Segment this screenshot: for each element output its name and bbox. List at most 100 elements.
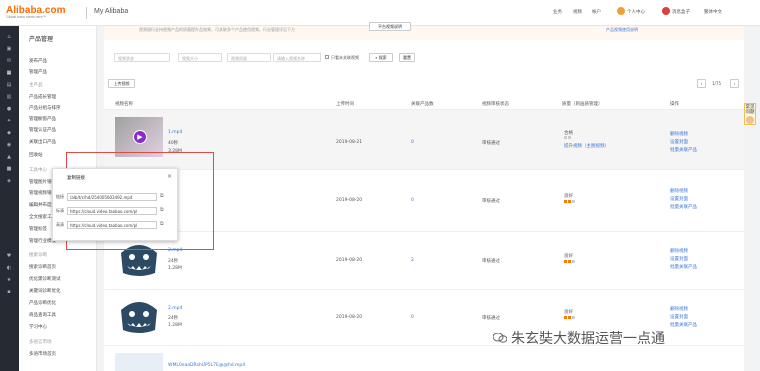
menu-item[interactable]: 多语市场首页 xyxy=(29,351,56,357)
video-filename[interactable]: 1.mp4 xyxy=(168,130,182,135)
store-icon[interactable]: ▣ xyxy=(6,47,12,52)
menu-item[interactable]: 产品诊断优化 xyxy=(29,300,56,306)
finance-icon[interactable]: ■ xyxy=(6,167,12,172)
link-products-link[interactable]: 批量关联产品 xyxy=(670,147,697,153)
play-icon[interactable]: ▶ xyxy=(133,130,147,144)
sd-url-field[interactable]: https://cloud.video.taobao.com/pl xyxy=(67,207,157,215)
message-box-link[interactable]: 消息盒子 xyxy=(672,9,690,15)
copy-link-dialog: 复制链接 × 链接 /alb/t/c/hd/254005603492.mp4 ⧉… xyxy=(52,168,178,241)
reset-button[interactable]: 重置 xyxy=(399,53,415,62)
prev-page-button[interactable]: ‹ xyxy=(697,79,706,88)
page-title[interactable]: My Alibaba xyxy=(94,8,128,15)
linked-count[interactable]: 0 xyxy=(411,198,414,203)
menu-group-search: 搜索诊断 xyxy=(29,253,47,258)
video-name-input[interactable]: 请输入视频名称 xyxy=(273,53,321,62)
menu-item[interactable]: 产品分组与排序 xyxy=(29,105,61,111)
menu-item[interactable]: 关键词诊断优化 xyxy=(29,288,61,294)
bag-icon[interactable]: ◐ xyxy=(6,266,12,271)
search-button[interactable]: ⌕ 搜索 xyxy=(369,53,393,62)
order-icon[interactable]: ▤ xyxy=(6,83,12,88)
user-icon[interactable]: ● xyxy=(6,107,12,112)
mail-icon[interactable]: ✉ xyxy=(6,59,12,64)
link-products-link[interactable]: 批量关联产品 xyxy=(670,204,697,210)
home-icon[interactable]: ⌂ xyxy=(6,35,12,40)
quality-select[interactable]: 视频质量 xyxy=(227,53,271,62)
video-thumbnail[interactable] xyxy=(115,353,163,371)
menu-item-publish[interactable]: 发布产品 xyxy=(29,58,47,64)
unlinked-checkbox[interactable] xyxy=(325,55,329,59)
banner-text: 视频银行支持视频产品的质量提升品效果，可关联多个产品使用视频。行业管理详见下方 xyxy=(139,27,295,32)
size-select[interactable]: 视频大小 xyxy=(178,53,222,62)
video-thumbnail[interactable]: ▶ xyxy=(115,117,163,157)
video-duration: 40秒 xyxy=(168,141,179,146)
watermark-text: 朱玄奘大数据运营一点通 xyxy=(511,331,665,347)
menu-item[interactable]: 关联出口产品 xyxy=(29,139,56,145)
menu-item[interactable]: 管理标签 xyxy=(29,226,47,232)
link-label: 链接 xyxy=(56,194,64,199)
close-icon[interactable]: × xyxy=(167,173,172,180)
delete-video-link[interactable]: 删除视频 xyxy=(670,248,688,254)
delete-video-link[interactable]: 删除视频 xyxy=(670,306,688,312)
col-actions: 操作 xyxy=(670,102,679,107)
tool-icon[interactable]: ◈ xyxy=(6,179,12,184)
shield-icon[interactable]: ◆ xyxy=(6,131,12,136)
upload-video-button[interactable]: 上传视频 xyxy=(108,79,135,88)
menu-item[interactable]: 产品成长管理 xyxy=(29,94,56,100)
copy-icon[interactable]: ⧉ xyxy=(160,193,164,199)
icon-sidebar: ⌂ ▣ ✉ ▦ ▤ ▥ ● ✦ ◆ ◉ ▲ ■ ◈ ♥ ◐ ★ ▪ xyxy=(0,26,19,371)
menu-item-manage[interactable]: 管理产品 xyxy=(29,69,47,75)
video-guide-link[interactable]: 产品视频使用说明 xyxy=(606,27,638,33)
nav-business[interactable]: 业务 xyxy=(553,9,562,15)
message-icon[interactable] xyxy=(662,7,670,15)
menu-item[interactable]: 搜索诊断首页 xyxy=(29,264,56,270)
improve-video-link[interactable]: 提升视频（主图视频） xyxy=(564,143,609,149)
menu-group-multilang: 多语言市场 xyxy=(29,340,52,345)
shark-thumbnail[interactable] xyxy=(115,296,163,336)
platform-video-button[interactable]: 平台视频说明 xyxy=(369,22,411,31)
menu-item[interactable]: 学习中心 xyxy=(29,324,47,330)
alibaba-logo[interactable]: Alibaba.com Global trade starts here™ xyxy=(6,5,65,19)
hd-url-field[interactable]: https://cloud.video.taobao.com/pl xyxy=(67,221,157,229)
language-select[interactable]: 繁体中文 xyxy=(704,9,722,15)
avatar[interactable] xyxy=(617,7,625,15)
menu-item[interactable]: 回收站 xyxy=(29,152,43,158)
quality-dots xyxy=(564,260,576,265)
people-icon[interactable]: ◉ xyxy=(6,143,12,148)
linked-count[interactable]: 0 xyxy=(411,140,414,145)
video-filename[interactable]: 2.mp4 xyxy=(168,306,182,311)
set-cover-link[interactable]: 设置封面 xyxy=(670,196,688,202)
quality-label: 良好 xyxy=(564,194,573,199)
chart-icon[interactable]: ▥ xyxy=(6,95,12,100)
link-products-link[interactable]: 批量关联产品 xyxy=(670,322,697,328)
delete-video-link[interactable]: 删除视频 xyxy=(670,188,688,194)
next-page-button[interactable]: › xyxy=(730,79,739,88)
menu-item[interactable]: 商品查询工具 xyxy=(29,312,56,318)
copy-icon[interactable]: ⧉ xyxy=(160,221,164,227)
set-cover-link[interactable]: 设置封面 xyxy=(670,256,688,262)
quality-label: 良好 xyxy=(564,310,573,315)
col-upload-time[interactable]: 上传时间 xyxy=(336,101,354,107)
menu-item[interactable]: 管理橱窗产品 xyxy=(29,116,56,122)
nav-video[interactable]: 视频 xyxy=(573,9,582,15)
set-cover-link[interactable]: 设置封面 xyxy=(670,139,688,145)
link-field[interactable]: /alb/t/c/hd/254005603492.mp4 xyxy=(67,193,157,201)
menu-item[interactable]: 管理认证产品 xyxy=(29,127,56,133)
account-center-link[interactable]: 个人中心 xyxy=(627,9,645,15)
nav-account[interactable]: 帐户 xyxy=(592,9,601,15)
product-icon[interactable]: ▦ xyxy=(6,71,12,76)
cart-icon[interactable]: ▲ xyxy=(6,155,12,160)
link-products-link[interactable]: 批量关联产品 xyxy=(670,264,697,270)
help-avatar-icon[interactable] xyxy=(746,116,754,124)
menu-item[interactable]: 优化需诊断测试 xyxy=(29,276,61,282)
delete-video-link[interactable]: 删除视频 xyxy=(670,131,688,137)
settings-icon[interactable]: ✦ xyxy=(6,119,12,124)
grid-icon[interactable]: ▪ xyxy=(6,290,12,295)
status-select[interactable]: 视频状态 xyxy=(114,53,170,62)
linked-count[interactable]: 2 xyxy=(411,258,414,263)
video-filename[interactable]: WML0eaaDRshUP5L7E@@hd.mp4 xyxy=(168,363,245,368)
heart-icon[interactable]: ♥ xyxy=(6,254,12,259)
set-cover-link[interactable]: 设置封面 xyxy=(670,314,688,320)
linked-count[interactable]: 0 xyxy=(411,315,414,320)
star-icon[interactable]: ★ xyxy=(6,278,12,283)
copy-icon[interactable]: ⧉ xyxy=(160,207,164,213)
